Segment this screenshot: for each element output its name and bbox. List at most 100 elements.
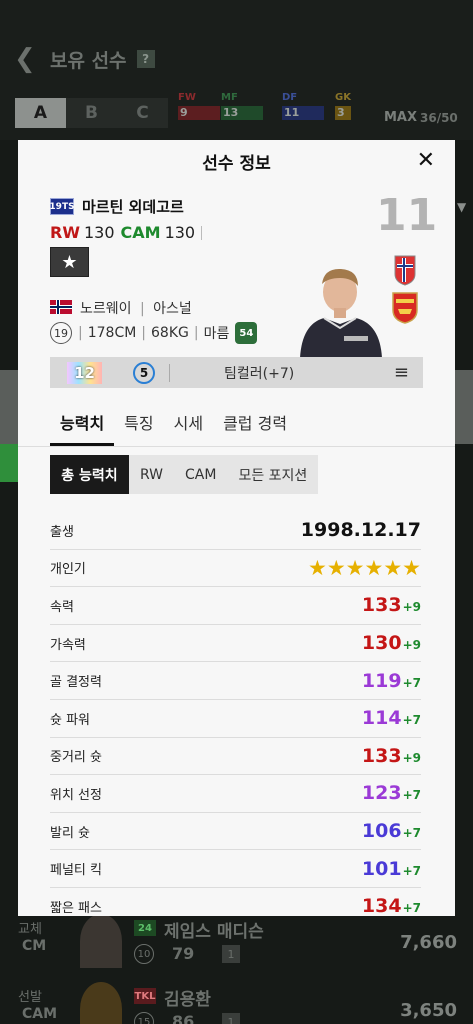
info-tabs: 능력치 특징 시세 클럽 경력 — [50, 406, 297, 446]
stats-list: 출생 1998.12.17 개인기 ★★★★★★ 속력 133 +9 가속력 130 +9… — [50, 512, 421, 916]
favorite-star-button[interactable]: ★ — [50, 247, 89, 277]
nation: 노르웨이 — [80, 301, 132, 317]
stat-bonus: +9 — [402, 600, 421, 615]
divider — [201, 225, 203, 240]
tab-price[interactable]: 시세 — [164, 406, 213, 446]
position-label: GK — [335, 92, 351, 103]
position-value: 3 — [335, 106, 351, 120]
stat-value-group: 134 +7 — [362, 895, 421, 916]
stat-bonus: +9 — [402, 750, 421, 765]
position-value: 11 — [282, 106, 324, 120]
position-2: CAM — [120, 223, 161, 242]
chip-all-positions[interactable]: 모든 포지션 — [227, 455, 318, 494]
chip-total[interactable]: 총 능력치 — [50, 455, 129, 494]
foot-rating-icon: 54 — [235, 322, 258, 344]
stat-row: 골 결정력 119 +7 — [50, 662, 421, 700]
stat-value: 101 — [361, 857, 402, 880]
stat-bonus: +7 — [402, 788, 421, 803]
menu-icon[interactable]: ≡ — [394, 362, 409, 383]
ovr-badge: 10 — [134, 944, 154, 964]
position-2-value: 130 — [164, 223, 196, 242]
star-rating-icon: ★★★★★★ — [308, 555, 421, 580]
divider — [169, 363, 170, 382]
background-row-highlight-right — [455, 370, 473, 444]
separator: | — [78, 325, 83, 341]
chip-cam[interactable]: CAM — [174, 455, 227, 494]
stat-bonus: +7 — [402, 826, 421, 841]
tab-stats[interactable]: 능력치 — [50, 406, 115, 446]
arsenal-badge-icon — [392, 292, 418, 324]
stat-row: 속력 133 +9 — [50, 587, 421, 625]
stat-bonus: +7 — [402, 901, 421, 916]
player-avatar — [80, 914, 122, 968]
stat-label: 골 결정력 — [50, 675, 102, 691]
player-portrait — [300, 268, 382, 358]
stat-bonus: +7 — [402, 713, 421, 728]
tab-club-history[interactable]: 클럽 경력 — [213, 406, 297, 446]
stat-label: 개인기 — [50, 562, 86, 578]
stat-row: 발리 슛 106 +7 — [50, 813, 421, 851]
player-level: 1 — [222, 1013, 240, 1024]
background-header: ❮ 보유 선수 ? — [0, 36, 473, 82]
page-title: 보유 선수 — [50, 49, 127, 72]
player-position: CM — [22, 938, 47, 954]
help-icon[interactable]: ? — [136, 50, 155, 68]
player-position: CAM — [22, 1006, 58, 1022]
tab-traits[interactable]: 특징 — [114, 406, 163, 446]
chip-rw[interactable]: RW — [129, 455, 174, 494]
player-level: 1 — [222, 945, 240, 963]
upgrade-bar: 12 5 팀컬러(+7) ≡ — [50, 357, 423, 388]
player-ovr: 79 — [172, 944, 195, 963]
position-count-mf: MF 13 — [221, 92, 263, 126]
chevron-down-icon[interactable]: ▼ — [457, 200, 466, 214]
position-label: MF — [221, 92, 238, 103]
tab-c[interactable]: C — [117, 98, 168, 128]
upgrade-grade-badge: 12 — [67, 361, 102, 384]
position-ratings: RW 130 CAM 130 — [50, 223, 203, 242]
position-value: 9 — [178, 106, 220, 120]
height: 178CM — [87, 325, 137, 341]
stat-value-group: 106 +7 — [362, 820, 421, 842]
squad-count: 36/50 — [420, 111, 458, 125]
ovr-circle: 19 — [50, 322, 72, 344]
squad-tabs: A B C — [15, 98, 168, 128]
back-arrow-icon[interactable]: ❮ — [14, 44, 40, 74]
stat-label: 짧은 패스 — [50, 900, 102, 916]
player-name: 김용환 — [164, 990, 211, 1010]
upgrade-count-badge: 5 — [133, 361, 155, 384]
stat-value: 133 — [361, 594, 402, 617]
season-badge: 19TS — [49, 198, 75, 215]
background-row-selected — [0, 444, 18, 482]
max-label: MAX — [384, 110, 418, 125]
stat-value: 130 — [361, 632, 402, 655]
tab-a[interactable]: A — [15, 98, 66, 128]
stat-value: 106 — [361, 820, 402, 843]
stat-label: 위치 선정 — [50, 787, 102, 803]
tab-b[interactable]: B — [66, 98, 117, 128]
stat-label: 속력 — [50, 599, 74, 615]
back-number: 11 — [376, 190, 438, 241]
stat-filter-chips: 총 능력치 RW CAM 모든 포지션 — [50, 455, 319, 494]
norway-flag-icon — [50, 300, 72, 314]
player-list-item[interactable]: 선발 CAM TKL 김용환 15 86 1 3,650 — [0, 982, 473, 1024]
norway-badge-icon — [394, 255, 416, 286]
position-label: DF — [282, 92, 298, 103]
separator: | — [193, 325, 199, 341]
body-type: 마름 — [203, 326, 230, 342]
physical-info: 19 | 178CM | 68KG | 마름 54 — [50, 322, 258, 344]
stat-label: 중거리 슛 — [50, 750, 102, 766]
player-info-modal: 선수 정보 ✕ 19TS 마르틴 외데고르 RW 130 CAM 130 11 … — [18, 140, 455, 916]
stat-value: 114 — [361, 707, 402, 730]
position-count-df: DF 11 — [282, 92, 324, 126]
stat-row: 위치 선정 123 +7 — [50, 775, 421, 813]
stat-value-group: 101 +7 — [362, 858, 421, 880]
stat-row: 슛 파워 114 +7 — [50, 700, 421, 738]
weight: 68KG — [151, 325, 189, 341]
close-icon[interactable]: ✕ — [417, 150, 435, 172]
stat-value-group: 123 +7 — [362, 782, 421, 804]
player-list-item[interactable]: 교체 CM 24 제임스 매디슨 10 79 1 7,660 — [0, 914, 473, 976]
stat-label: 페널티 킥 — [50, 863, 102, 879]
stat-value-group: 133 +9 — [362, 594, 421, 616]
stat-label: 가속력 — [50, 637, 86, 653]
stat-label: 출생 — [50, 524, 74, 540]
